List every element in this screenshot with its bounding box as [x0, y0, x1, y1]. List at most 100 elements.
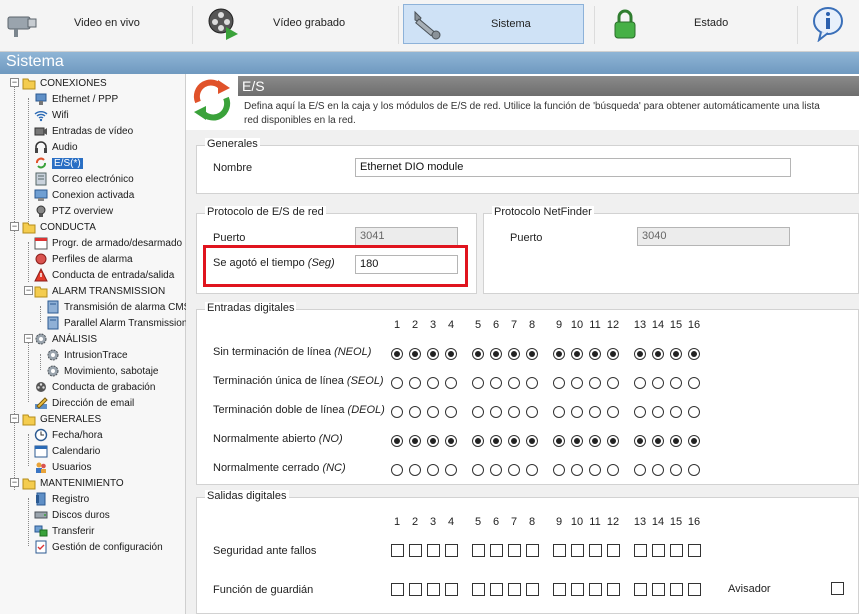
sidebar-item-arming-schedule[interactable]: Progr. de armado/desarmado — [34, 235, 182, 251]
input-mode-radio[interactable] — [445, 348, 457, 360]
output-checkbox[interactable] — [472, 544, 485, 557]
sidebar-item-intrusiontrace[interactable]: IntrusionTrace — [46, 347, 128, 363]
output-checkbox[interactable] — [652, 544, 665, 557]
input-mode-radio[interactable] — [391, 435, 403, 447]
input-mode-radio[interactable] — [652, 406, 664, 418]
input-mode-radio[interactable] — [589, 348, 601, 360]
output-checkbox[interactable] — [634, 583, 647, 596]
sidebar-item-io[interactable]: E/S(*) — [34, 155, 83, 171]
sidebar-item-audio[interactable]: Audio — [34, 139, 78, 155]
output-checkbox[interactable] — [553, 583, 566, 596]
input-mode-radio[interactable] — [607, 464, 619, 476]
output-checkbox[interactable] — [526, 583, 539, 596]
input-mode-radio[interactable] — [571, 377, 583, 389]
input-mode-radio[interactable] — [589, 435, 601, 447]
input-mode-radio[interactable] — [553, 348, 565, 360]
input-mode-radio[interactable] — [634, 377, 646, 389]
sidebar-group-mantenimiento[interactable]: MANTENIMIENTO — [22, 475, 124, 491]
sidebar-item-config-management[interactable]: Gestión de configuración — [34, 539, 163, 555]
input-mode-radio[interactable] — [634, 406, 646, 418]
input-mode-radio[interactable] — [508, 406, 520, 418]
nav-live-video[interactable]: Video en vivo — [0, 3, 190, 45]
sidebar-item-video-inputs[interactable]: Entradas de vídeo — [34, 123, 133, 139]
input-mode-radio[interactable] — [670, 348, 682, 360]
output-checkbox[interactable] — [670, 544, 683, 557]
output-checkbox[interactable] — [607, 544, 620, 557]
input-mode-radio[interactable] — [409, 377, 421, 389]
output-checkbox[interactable] — [526, 544, 539, 557]
sidebar-item-ptz[interactable]: PTZ overview — [34, 203, 113, 219]
input-mode-radio[interactable] — [490, 435, 502, 447]
input-mode-radio[interactable] — [634, 348, 646, 360]
input-mode-radio[interactable] — [391, 377, 403, 389]
input-mode-radio[interactable] — [472, 406, 484, 418]
sidebar-item-calendar[interactable]: Calendario — [34, 443, 100, 459]
output-checkbox[interactable] — [391, 544, 404, 557]
output-checkbox[interactable] — [571, 583, 584, 596]
input-mode-radio[interactable] — [472, 464, 484, 476]
input-mode-radio[interactable] — [427, 464, 439, 476]
input-mode-radio[interactable] — [670, 464, 682, 476]
input-mode-radio[interactable] — [607, 435, 619, 447]
input-mode-radio[interactable] — [589, 377, 601, 389]
sidebar-item-email[interactable]: Correo electrónico — [34, 171, 134, 187]
input-mode-radio[interactable] — [427, 435, 439, 447]
output-checkbox[interactable] — [589, 583, 602, 596]
input-mode-radio[interactable] — [688, 348, 700, 360]
sidebar-item-alarm-profiles[interactable]: Perfiles de alarma — [34, 251, 133, 267]
input-mode-radio[interactable] — [571, 435, 583, 447]
input-mode-radio[interactable] — [391, 348, 403, 360]
input-mode-radio[interactable] — [445, 464, 457, 476]
input-mode-radio[interactable] — [571, 406, 583, 418]
sidebar-item-io-behavior[interactable]: Conducta de entrada/salida — [34, 267, 174, 283]
input-mode-radio[interactable] — [553, 435, 565, 447]
input-mode-radio[interactable] — [688, 406, 700, 418]
sidebar-item-wifi[interactable]: Wifi — [34, 107, 69, 123]
sidebar-item-connection[interactable]: Conexion activada — [34, 187, 134, 203]
sidebar-item-parallel-alarm[interactable]: Parallel Alarm Transmission — [46, 315, 187, 331]
input-mode-radio[interactable] — [490, 348, 502, 360]
input-mode-radio[interactable] — [652, 435, 664, 447]
output-checkbox[interactable] — [445, 583, 458, 596]
output-checkbox[interactable] — [490, 544, 503, 557]
input-mode-radio[interactable] — [526, 348, 538, 360]
port-field[interactable]: 3041 — [355, 227, 458, 246]
input-mode-radio[interactable] — [670, 435, 682, 447]
sidebar-group-analisis[interactable]: ANÁLISIS — [34, 331, 97, 347]
input-mode-radio[interactable] — [427, 377, 439, 389]
sidebar-item-email-address[interactable]: Dirección de email — [34, 395, 134, 411]
sidebar-group-conducta[interactable]: CONDUCTA — [22, 219, 96, 235]
output-checkbox[interactable] — [427, 583, 440, 596]
input-mode-radio[interactable] — [445, 377, 457, 389]
input-mode-radio[interactable] — [427, 406, 439, 418]
sidebar-item-ethernet[interactable]: Ethernet / PPP — [34, 91, 118, 107]
input-mode-radio[interactable] — [688, 464, 700, 476]
input-mode-radio[interactable] — [526, 464, 538, 476]
input-mode-radio[interactable] — [409, 348, 421, 360]
nav-recorded-video[interactable]: Vídeo grabado — [196, 3, 396, 45]
sidebar-group-generales[interactable]: GENERALES — [22, 411, 101, 427]
output-checkbox[interactable] — [427, 544, 440, 557]
input-mode-radio[interactable] — [526, 406, 538, 418]
input-mode-radio[interactable] — [445, 406, 457, 418]
input-mode-radio[interactable] — [607, 406, 619, 418]
watchdog-checkbox[interactable] — [831, 582, 844, 595]
input-mode-radio[interactable] — [553, 406, 565, 418]
input-mode-radio[interactable] — [589, 406, 601, 418]
input-mode-radio[interactable] — [571, 464, 583, 476]
output-checkbox[interactable] — [445, 544, 458, 557]
sidebar-item-hard-drives[interactable]: Discos duros — [34, 507, 110, 523]
input-mode-radio[interactable] — [508, 435, 520, 447]
output-checkbox[interactable] — [634, 544, 647, 557]
input-mode-radio[interactable] — [634, 435, 646, 447]
sidebar-item-log[interactable]: Registro — [34, 491, 89, 507]
input-mode-radio[interactable] — [508, 348, 520, 360]
input-mode-radio[interactable] — [427, 348, 439, 360]
output-checkbox[interactable] — [391, 583, 404, 596]
input-mode-radio[interactable] — [526, 435, 538, 447]
input-mode-radio[interactable] — [688, 377, 700, 389]
input-mode-radio[interactable] — [391, 464, 403, 476]
input-mode-radio[interactable] — [553, 377, 565, 389]
input-mode-radio[interactable] — [589, 464, 601, 476]
input-mode-radio[interactable] — [607, 348, 619, 360]
